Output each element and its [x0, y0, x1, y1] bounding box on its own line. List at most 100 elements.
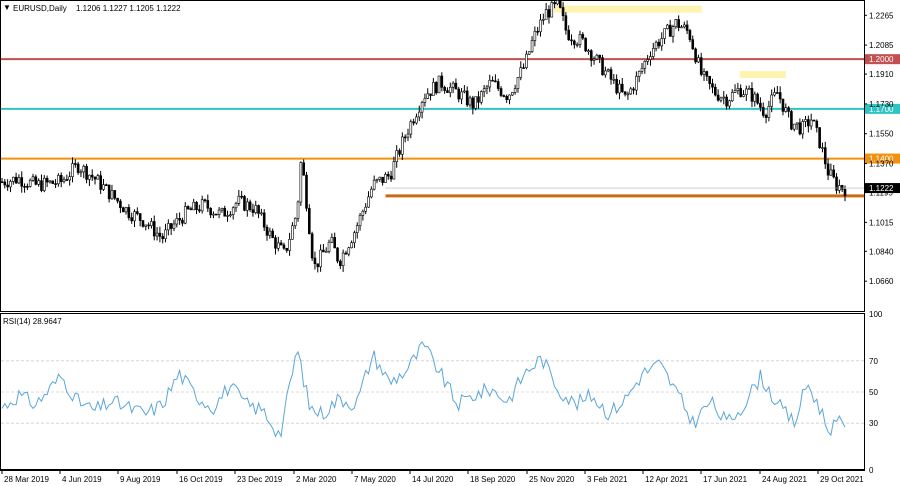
candle-body: [282, 244, 286, 249]
candle-body: [127, 207, 131, 218]
candle-body: [620, 83, 624, 92]
chart-window: ▼ EURUSD,Daily 1.1206 1.1227 1.1205 1.12…: [0, 0, 900, 486]
candle-body: [169, 223, 173, 229]
candle-body: [454, 82, 458, 90]
rsi-series: [1, 341, 864, 438]
candle-body: [88, 174, 91, 180]
candle-body: [471, 97, 475, 109]
candle-body: [479, 91, 483, 103]
candle-body: [161, 236, 165, 240]
candle-body: [756, 93, 759, 104]
candle-body: [635, 76, 638, 91]
candle-body: [138, 213, 142, 221]
candle-body: [815, 120, 819, 128]
candle-body: [443, 86, 446, 91]
candle-body: [491, 79, 494, 82]
candle-body: [130, 217, 133, 222]
candle-body: [432, 82, 435, 96]
candle-body: [550, 2, 554, 18]
candle-body: [107, 184, 111, 200]
candle-body: [203, 199, 207, 202]
candle-body: [110, 190, 114, 200]
price-tick-label: 1.1730: [869, 100, 894, 109]
candle-body: [544, 9, 548, 20]
date-tick-label: 29 Oct 2021: [820, 475, 864, 484]
date-tick-label: 2 Mar 2020: [296, 475, 337, 484]
candle-body: [102, 184, 105, 190]
candle-body: [17, 177, 21, 184]
candle-body: [231, 207, 235, 216]
candle-body: [285, 247, 289, 251]
candle-body: [375, 178, 379, 181]
candle-body: [277, 242, 280, 249]
candle-body: [339, 260, 342, 266]
candle-body: [750, 88, 754, 102]
candle-body: [640, 67, 644, 72]
last-price-marker: 1.1222: [385, 183, 900, 194]
candle-body: [460, 91, 463, 100]
candle-body: [214, 213, 218, 216]
candle-body: [251, 209, 255, 213]
candle-body: [601, 57, 604, 76]
candle-body: [240, 195, 243, 198]
candle-body: [759, 102, 762, 108]
candle-body: [677, 19, 680, 28]
candle-body: [62, 179, 66, 182]
candle-body: [34, 176, 38, 185]
candle-body: [736, 88, 740, 91]
date-tick-label: 12 Apr 2021: [645, 475, 689, 484]
candle-body: [812, 119, 816, 122]
candle-body: [381, 176, 384, 183]
candle-body: [262, 212, 266, 228]
candle-body: [90, 174, 94, 178]
candle-body: [654, 41, 658, 49]
candle-body: [310, 233, 314, 259]
price-tick-label: 1.0660: [869, 277, 894, 286]
candle-body: [401, 136, 404, 155]
candle-body: [124, 207, 128, 213]
candle-body: [539, 19, 542, 33]
candle-body: [525, 53, 528, 68]
price-tick-label: 1.1370: [869, 160, 894, 169]
candle-body: [113, 190, 117, 199]
symbol-triangle-icon[interactable]: ▼: [3, 3, 11, 12]
candle-body: [350, 242, 353, 249]
price-tick-label: 1.2085: [869, 41, 894, 50]
candle-body: [776, 92, 779, 94]
candle-body: [79, 171, 83, 174]
date-tick-label: 4 Jun 2019: [62, 475, 102, 484]
candle-body: [680, 26, 683, 29]
candle-body: [245, 201, 249, 211]
rsi-tick-label: 50: [869, 388, 878, 397]
candle-body: [477, 96, 480, 103]
candle-body: [324, 251, 328, 253]
price-tick-label: 1.1910: [869, 70, 894, 79]
candle-body: [730, 92, 734, 102]
candle-body: [293, 218, 297, 227]
candle-body: [23, 185, 26, 188]
candle-body: [584, 37, 587, 52]
candle-body: [355, 225, 359, 233]
candle-body: [784, 107, 788, 112]
candle-body: [527, 51, 531, 55]
candle-body: [9, 181, 12, 188]
candle-body: [85, 165, 88, 180]
candle-body: [725, 96, 728, 107]
candle-body: [217, 209, 221, 215]
highlight-zones: [554, 5, 786, 79]
candle-body: [11, 176, 15, 182]
candle-body: [623, 91, 627, 95]
candle-body: [567, 29, 570, 41]
candle-body: [694, 48, 697, 63]
candle-body: [505, 96, 508, 100]
candle-body: [728, 100, 731, 107]
price-tick-label: 1.0840: [869, 247, 894, 256]
candle-body: [629, 88, 633, 95]
candle-body: [361, 210, 365, 216]
rsi-tick-label: 70: [869, 357, 878, 366]
price-tick-label: 1.1550: [869, 130, 894, 139]
candle-body: [330, 237, 334, 243]
candle-body: [336, 247, 339, 262]
candle-body: [206, 200, 210, 209]
candle-body: [668, 24, 672, 37]
